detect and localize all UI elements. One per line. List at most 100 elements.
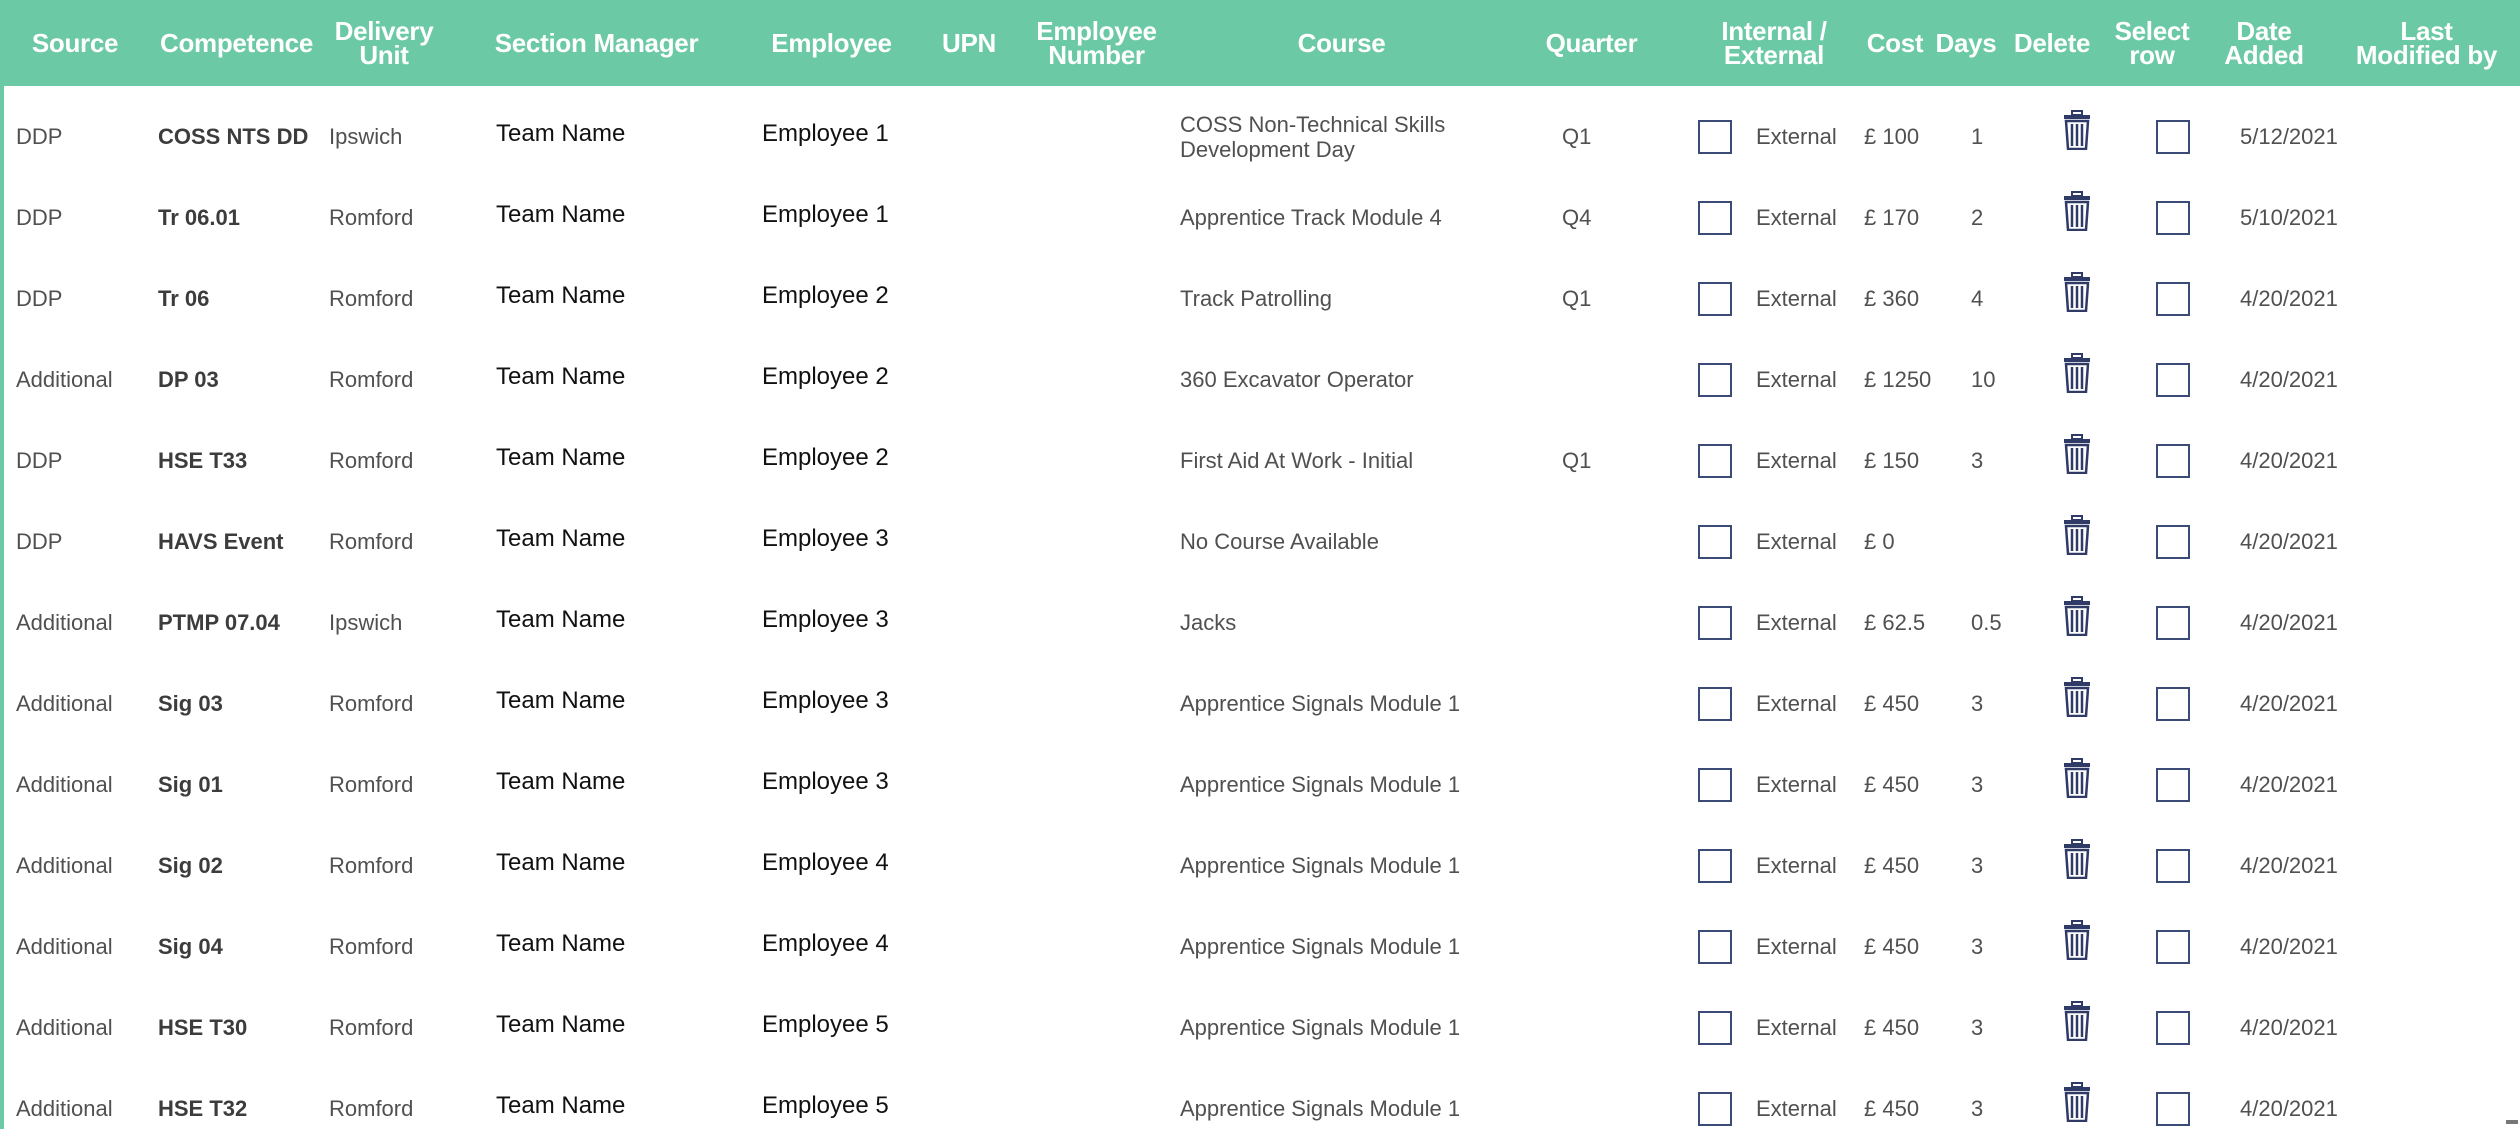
section-manager-field[interactable]: Team Name — [482, 837, 727, 889]
table-row[interactable]: Additional Sig 03 Romford Team Name Employee… — [4, 663, 2520, 744]
table-row[interactable]: Additional DP 03 Romford Team Name Employee … — [4, 339, 2520, 420]
internal-external-checkbox[interactable] — [1698, 201, 1732, 235]
internal-external-checkbox[interactable] — [1698, 849, 1732, 883]
table-row[interactable]: Additional Sig 02 Romford Team Name Employee… — [4, 825, 2520, 906]
employee-field[interactable]: Employee 2 — [748, 351, 928, 403]
internal-external-checkbox[interactable] — [1698, 687, 1732, 721]
section-manager-field[interactable]: Team Name — [482, 675, 727, 727]
section-manager-field[interactable]: Team Name — [482, 594, 727, 646]
employee-field[interactable]: Employee 3 — [748, 513, 928, 565]
select-row-checkbox[interactable] — [2156, 768, 2190, 802]
column-header-employee[interactable]: Employee — [749, 0, 914, 86]
employee-field[interactable]: Employee 1 — [748, 108, 928, 160]
employee-field[interactable]: Employee 3 — [748, 594, 928, 646]
internal-external-checkbox[interactable] — [1698, 606, 1732, 640]
cell-source: DDP — [16, 96, 62, 177]
select-row-checkbox[interactable] — [2156, 525, 2190, 559]
table-row[interactable]: Additional PTMP 07.04 Ipswich Team Name Empl… — [4, 582, 2520, 663]
internal-external-checkbox[interactable] — [1698, 1011, 1732, 1045]
column-header-source[interactable]: Source — [12, 0, 138, 86]
internal-external-checkbox[interactable] — [1698, 768, 1732, 802]
table-row[interactable]: Additional Sig 04 Romford Team Name Employee… — [4, 906, 2520, 987]
section-manager-field[interactable]: Team Name — [482, 513, 727, 565]
internal-external-checkbox[interactable] — [1698, 120, 1732, 154]
select-row-checkbox[interactable] — [2156, 930, 2190, 964]
scrollbar-handle[interactable] — [2506, 1120, 2518, 1124]
select-row-checkbox[interactable] — [2156, 444, 2190, 478]
internal-external-checkbox[interactable] — [1698, 930, 1732, 964]
select-row-checkbox[interactable] — [2156, 120, 2190, 154]
employee-field[interactable]: Employee 3 — [748, 756, 928, 808]
section-manager-field[interactable]: Team Name — [482, 999, 727, 1051]
select-row-checkbox[interactable] — [2156, 1011, 2190, 1045]
table-row[interactable]: DDP COSS NTS DD Ipswich Team Name Employee 1… — [4, 96, 2520, 177]
section-manager-field[interactable]: Team Name — [482, 270, 727, 322]
employee-field[interactable]: Employee 3 — [748, 675, 928, 727]
section-manager-field[interactable]: Team Name — [482, 756, 727, 808]
select-row-checkbox[interactable] — [2156, 687, 2190, 721]
delete-button[interactable] — [2062, 434, 2092, 474]
column-header-cost[interactable]: Cost — [1859, 0, 1931, 86]
column-header-internal-external[interactable]: Internal / External — [1694, 0, 1854, 86]
cell-delivery-unit-text: Romford — [329, 771, 414, 797]
delete-button[interactable] — [2062, 353, 2092, 393]
column-header-delivery-unit[interactable]: Delivery Unit — [329, 0, 439, 86]
delete-button[interactable] — [2062, 596, 2092, 636]
column-header-date-added[interactable]: Date Added — [2209, 0, 2319, 86]
delete-button[interactable] — [2062, 515, 2092, 555]
select-row-checkbox[interactable] — [2156, 282, 2190, 316]
table-row[interactable]: Additional HSE T32 Romford Team Name Employe… — [4, 1068, 2520, 1129]
employee-field[interactable]: Employee 1 — [748, 189, 928, 241]
section-manager-field[interactable]: Team Name — [482, 918, 727, 970]
employee-field[interactable]: Employee 2 — [748, 432, 928, 484]
delete-button[interactable] — [2062, 1001, 2092, 1041]
delete-button[interactable] — [2062, 920, 2092, 960]
delete-button[interactable] — [2062, 110, 2092, 150]
column-header-employee-number[interactable]: Employee Number — [1029, 0, 1164, 86]
column-header-quarter[interactable]: Quarter — [1534, 0, 1649, 86]
column-header-last-modified-by[interactable]: Last Modified by — [2334, 0, 2519, 86]
employee-field[interactable]: Employee 2 — [748, 270, 928, 322]
select-row-checkbox[interactable] — [2156, 363, 2190, 397]
table-row[interactable]: DDP HSE T33 Romford Team Name Employee 2 Firs… — [4, 420, 2520, 501]
table-row[interactable]: Additional HSE T30 Romford Team Name Employe… — [4, 987, 2520, 1068]
delete-button[interactable] — [2062, 839, 2092, 879]
delete-button[interactable] — [2062, 272, 2092, 312]
employee-field[interactable]: Employee 5 — [748, 1080, 928, 1129]
employee-field[interactable]: Employee 4 — [748, 918, 928, 970]
select-row-checkbox[interactable] — [2156, 1092, 2190, 1126]
column-header-days[interactable]: Days — [1932, 0, 2000, 86]
table-row[interactable]: DDP HAVS Event Romford Team Name Employee 3 N… — [4, 501, 2520, 582]
select-row-checkbox[interactable] — [2156, 201, 2190, 235]
delete-button[interactable] — [2062, 1082, 2092, 1122]
section-manager-field[interactable]: Team Name — [482, 1080, 727, 1129]
table-row[interactable]: DDP Tr 06 Romford Team Name Employee 2 Track … — [4, 258, 2520, 339]
column-header-course[interactable]: Course — [1169, 0, 1514, 86]
internal-external-checkbox[interactable] — [1698, 444, 1732, 478]
cell-cost-text: £ 170 — [1864, 204, 1920, 230]
column-header-competence[interactable]: Competence — [154, 0, 319, 86]
delete-button[interactable] — [2062, 677, 2092, 717]
select-row-checkbox[interactable] — [2156, 606, 2190, 640]
section-manager-field[interactable]: Team Name — [482, 432, 727, 484]
column-header-upn[interactable]: UPN — [939, 0, 999, 86]
cell-days-text: 2 — [1971, 204, 1984, 230]
employee-field[interactable]: Employee 4 — [748, 837, 928, 889]
column-header-section-manager[interactable]: Section Manager — [474, 0, 719, 86]
internal-external-checkbox[interactable] — [1698, 363, 1732, 397]
section-manager-field[interactable]: Team Name — [482, 351, 727, 403]
section-manager-field[interactable]: Team Name — [482, 189, 727, 241]
column-header-select-row[interactable]: Select row — [2112, 0, 2192, 86]
internal-external-checkbox[interactable] — [1698, 1092, 1732, 1126]
cell-course: Apprentice Signals Module 1 — [1180, 1068, 1510, 1129]
delete-button[interactable] — [2062, 758, 2092, 798]
table-row[interactable]: DDP Tr 06.01 Romford Team Name Employee 1 App… — [4, 177, 2520, 258]
column-header-delete[interactable]: Delete — [2002, 0, 2102, 86]
section-manager-field[interactable]: Team Name — [482, 108, 727, 160]
delete-button[interactable] — [2062, 191, 2092, 231]
employee-field[interactable]: Employee 5 — [748, 999, 928, 1051]
internal-external-checkbox[interactable] — [1698, 525, 1732, 559]
table-row[interactable]: Additional Sig 01 Romford Team Name Employee… — [4, 744, 2520, 825]
internal-external-checkbox[interactable] — [1698, 282, 1732, 316]
select-row-checkbox[interactable] — [2156, 849, 2190, 883]
